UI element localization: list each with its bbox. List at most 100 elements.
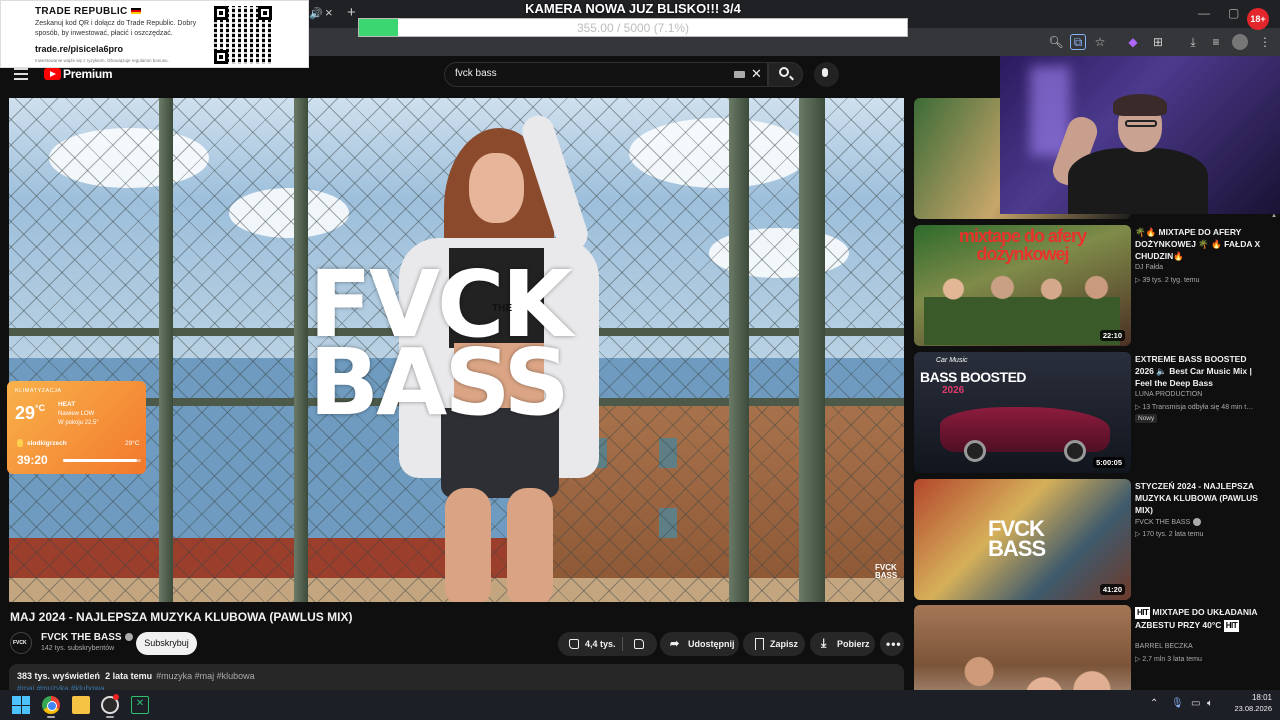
climate-temp: 29°C xyxy=(15,403,46,423)
extensions-puzzle-icon[interactable]: ⊞ xyxy=(1150,34,1166,50)
microphone-tray-icon[interactable]: 🎙︎ xyxy=(1171,698,1184,709)
clear-search-icon[interactable]: ✕ xyxy=(751,66,762,82)
trade-republic-ad: TRADE REPUBLIC Zeskanuj kod QR i dołącz … xyxy=(0,0,309,68)
trade-link: trade.re/pisicela6pro xyxy=(35,44,124,54)
hamburger-menu-icon[interactable] xyxy=(14,68,28,80)
recommendation-title[interactable]: HIT MIXTAPE DO UKŁADANIA AZBESTU PRZY 40°… xyxy=(1135,606,1265,632)
recommendation-item[interactable]: Car Music BASS BOOSTED 2026 5:00:05 EXTR… xyxy=(914,352,1274,473)
recommendation-channel[interactable]: BARREL BECZKA xyxy=(1135,643,1193,650)
recommendation-item[interactable]: FVCK BASS 41:20 STYCZEŃ 2024 - NAJLEPSZA… xyxy=(914,479,1274,600)
goal-text: 355.00 / 5000 (7.1%) xyxy=(576,21,690,35)
clock-time[interactable]: 18:01 xyxy=(1242,693,1272,702)
channel-watermark: FVCK BASS xyxy=(875,563,898,580)
zoom-icon[interactable]: 🔍︎ xyxy=(1048,34,1064,50)
duration-badge: 41:20 xyxy=(1099,584,1125,595)
trade-disclaimer: Inwestowanie wiąże się z ryzykiem. Obowi… xyxy=(35,58,169,63)
channel-name[interactable]: FVCK THE BASS xyxy=(41,632,133,643)
more-actions-button[interactable]: ••• xyxy=(880,632,904,656)
download-button[interactable]: ⤓ Pobierz xyxy=(810,632,875,656)
thumbnail-the: THE xyxy=(492,303,512,314)
video-player[interactable]: FVCK BASS THE FVCK BASS xyxy=(9,98,904,602)
tab-close-button[interactable]: × xyxy=(325,5,333,20)
search-icon[interactable] xyxy=(779,67,789,77)
recommendation-thumbnail[interactable]: FVCK BASS 41:20 xyxy=(914,479,1131,600)
volume-icon[interactable]: 🔈︎ xyxy=(1207,698,1213,709)
recommendation-title[interactable]: EXTREME BASS BOOSTED 2026 🔈 Best Car Mus… xyxy=(1135,353,1265,389)
search-query[interactable]: fvck bass xyxy=(455,68,497,79)
youtube-premium-label[interactable]: Premium xyxy=(63,67,113,81)
recommendation-thumbnail[interactable]: Car Music BASS BOOSTED 2026 5:00:05 xyxy=(914,352,1131,473)
flame-icon xyxy=(17,439,23,447)
qr-code-icon xyxy=(214,6,272,64)
recommendation-channel[interactable]: FVCK THE BASS xyxy=(1135,518,1202,526)
clock-date[interactable]: 23.08.2026 xyxy=(1222,704,1272,713)
new-tab-button[interactable]: + xyxy=(347,4,356,21)
like-dislike-group: 4,4 tys. xyxy=(558,632,657,656)
chrome-icon[interactable] xyxy=(42,696,60,714)
tray-overflow-icon[interactable]: ⌃ xyxy=(1150,698,1158,709)
climate-user-temp: 29°C xyxy=(125,440,140,447)
thumbnail-title: FVCK BASS xyxy=(309,251,573,436)
recommendation-meta: ▷ 39 tys. 2 tyg. temu xyxy=(1135,277,1200,284)
window-maximize-button[interactable]: ▢ xyxy=(1228,6,1239,20)
excel-icon[interactable]: ✕ xyxy=(131,696,149,714)
recommendation-meta: ▷ 170 tys. 2 lata temu xyxy=(1135,531,1204,538)
climate-timer: 39:20 xyxy=(17,453,48,467)
recommendation-item[interactable]: HIT MIXTAPE DO UKŁADANIA AZBESTU PRZY 40°… xyxy=(914,605,1274,690)
like-count[interactable]: 4,4 tys. xyxy=(585,632,616,656)
recommendation-title[interactable]: STYCZEŃ 2024 - NAJLEPSZA MUZYKA KLUBOWA … xyxy=(1135,480,1265,516)
duration-badge: 5:00:05 xyxy=(1093,457,1125,468)
subscriber-count: 142 tys. subskrybentów xyxy=(41,645,115,652)
video-title: MAJ 2024 - NAJLEPSZA MUZYKA KLUBOWA (PAW… xyxy=(10,610,353,624)
file-explorer-icon[interactable] xyxy=(72,696,90,714)
download-icon: ⤓ xyxy=(821,636,827,650)
trade-brand: TRADE REPUBLIC xyxy=(35,6,141,17)
screen: 🔊 × + — ▢ 🔍︎ ⧉ ☆ ◆ ⊞ ⤓ ≡ ⋮ TRADE REPUBLI… xyxy=(0,0,1280,720)
thumbs-down-icon[interactable] xyxy=(634,639,644,649)
video-stats: 383 tys. wyświetleń 2 lata temu #muzyka #… xyxy=(17,671,255,681)
climate-progress xyxy=(63,459,141,462)
climate-mode: HEAT xyxy=(58,401,76,408)
recommendation-thumbnail[interactable] xyxy=(914,605,1131,690)
stream-title: KAMERA NOWA JUZ BLISKO!!! 3/4 xyxy=(525,1,741,16)
os-taskbar xyxy=(0,690,1280,720)
flag-icon xyxy=(130,8,141,15)
windows-start-icon[interactable] xyxy=(12,696,30,714)
streamer-webcam xyxy=(1000,56,1280,214)
extension-icon[interactable]: ◆ xyxy=(1125,34,1141,50)
thumbs-up-icon[interactable] xyxy=(569,639,579,649)
verified-icon xyxy=(124,633,133,642)
recommendation-meta: ▷ 13 Transmisja odbyła się 48 min t… xyxy=(1135,404,1254,411)
climate-user: slodkigrzech xyxy=(27,440,67,447)
media-list-icon[interactable]: ≡ xyxy=(1208,34,1224,50)
recommendation-meta: ▷ 2,7 mln 3 lata temu xyxy=(1135,656,1202,663)
download-icon[interactable]: ⤓ xyxy=(1185,34,1201,50)
recommendation-channel[interactable]: DJ Fałda xyxy=(1135,264,1163,271)
screenshot-icon[interactable]: ⧉ xyxy=(1070,34,1086,50)
share-button[interactable]: ➦ Udostępnij xyxy=(660,632,739,656)
climate-widget: KLIMATYZACJA 29°C HEAT Nawiew LOW W poko… xyxy=(7,381,146,474)
climate-label: KLIMATYZACJA xyxy=(15,388,62,394)
profile-avatar[interactable] xyxy=(1232,34,1248,50)
bookmark-icon xyxy=(755,638,764,650)
youtube-logo-icon[interactable] xyxy=(44,68,61,80)
recommendation-thumbnail[interactable]: mixtape do afery dożynkowej 22:10 xyxy=(914,225,1131,346)
duration-badge: 22:10 xyxy=(1099,330,1125,341)
browser-menu-icon[interactable]: ⋮ xyxy=(1257,34,1273,50)
new-badge: Nowy xyxy=(1135,414,1158,423)
microphone-icon xyxy=(822,68,828,77)
recommendation-item[interactable]: mixtape do afery dożynkowej 22:10 🌴🔥 MIX… xyxy=(914,225,1274,346)
window-minimize-button[interactable]: — xyxy=(1198,6,1210,20)
network-icon[interactable]: ▭ xyxy=(1191,698,1200,709)
tab-audio-icon[interactable]: 🔊 xyxy=(309,7,323,20)
channel-avatar[interactable] xyxy=(10,632,32,654)
recommendation-channel[interactable]: LUNA PRODUCTION xyxy=(1135,391,1202,398)
age-rating-badge: 18+ xyxy=(1247,8,1269,30)
keyboard-icon[interactable] xyxy=(734,71,745,78)
subscribe-button[interactable]: Subskrybuj xyxy=(136,632,197,655)
share-icon: ➦ xyxy=(670,638,680,650)
climate-room: W pokoju 22.5° xyxy=(58,420,99,426)
save-button[interactable]: Zapisz xyxy=(743,632,805,656)
bookmark-star-icon[interactable]: ☆ xyxy=(1092,34,1108,50)
recommendation-title[interactable]: 🌴🔥 MIXTAPE DO AFERY DOŻYNKOWEJ 🌴 🔥 FAŁDA… xyxy=(1135,226,1265,262)
